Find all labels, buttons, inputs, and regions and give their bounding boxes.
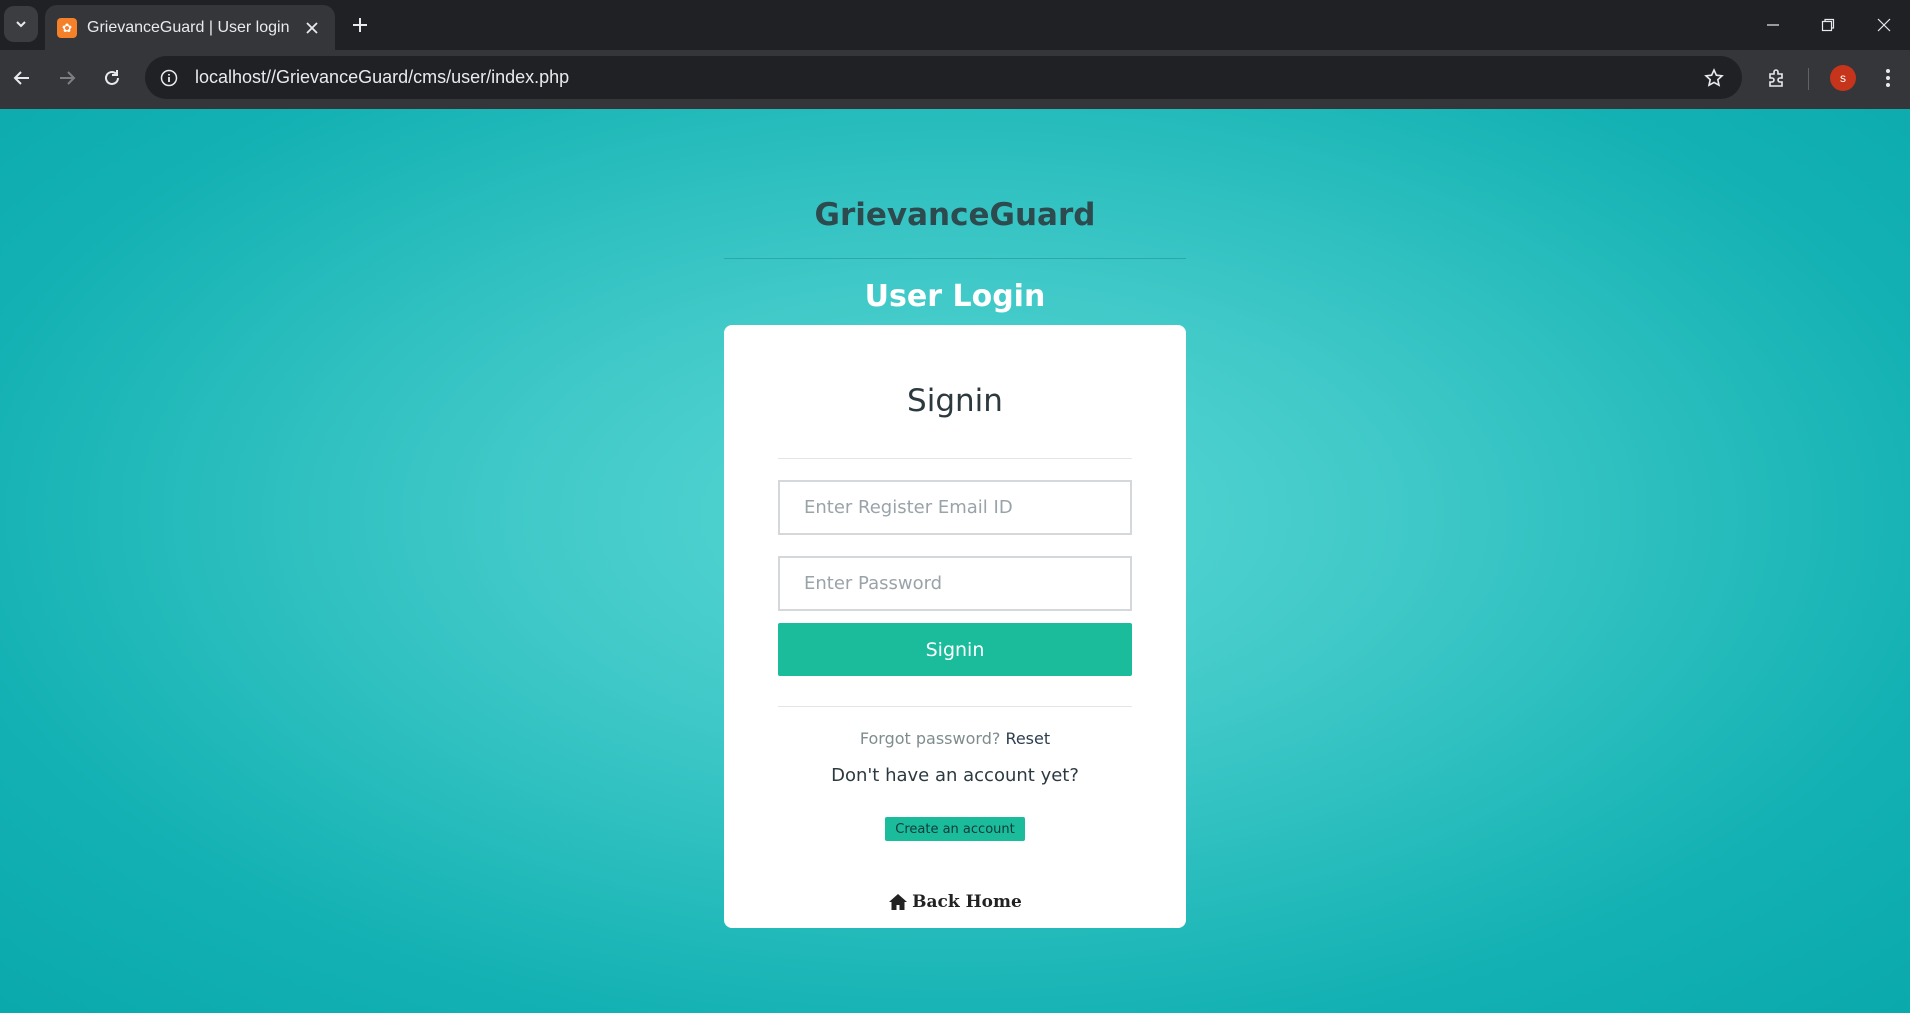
tab-strip: ✿ GrievanceGuard | User login bbox=[0, 0, 1910, 50]
kebab-menu-icon bbox=[1886, 69, 1890, 87]
close-icon bbox=[1877, 18, 1891, 32]
brand-title: GrievanceGuard bbox=[814, 197, 1096, 233]
chevron-down-icon bbox=[16, 21, 26, 28]
address-bar[interactable]: localhost//GrievanceGuard/cms/user/index… bbox=[145, 56, 1742, 99]
login-card: Signin Signin Forgot password? Reset Don… bbox=[724, 325, 1186, 928]
form-divider bbox=[778, 706, 1132, 707]
forward-button[interactable] bbox=[51, 62, 83, 94]
page-viewport: GrievanceGuard User Login Signin Signin … bbox=[0, 109, 1910, 1013]
arrow-left-icon bbox=[13, 71, 29, 85]
restore-icon bbox=[1821, 18, 1835, 32]
card-title: Signin bbox=[907, 383, 1003, 419]
page-subtitle: User Login bbox=[864, 279, 1046, 314]
new-tab-button[interactable] bbox=[347, 12, 373, 38]
signin-button[interactable]: Signin bbox=[778, 623, 1132, 676]
xampp-favicon-icon: ✿ bbox=[57, 17, 77, 38]
password-input[interactable] bbox=[778, 556, 1132, 611]
arrow-right-icon bbox=[60, 71, 76, 85]
card-title-divider bbox=[778, 458, 1132, 459]
minimize-icon bbox=[1767, 24, 1779, 26]
profile-avatar[interactable]: s bbox=[1830, 65, 1856, 91]
back-button[interactable] bbox=[6, 62, 38, 94]
browser-menu-button[interactable] bbox=[1872, 62, 1904, 94]
back-home-link[interactable]: Back Home bbox=[724, 892, 1186, 912]
reload-icon bbox=[105, 70, 119, 85]
home-icon bbox=[889, 894, 908, 910]
toolbar-divider bbox=[1808, 68, 1809, 90]
tab-close-icon[interactable] bbox=[301, 17, 323, 39]
email-input[interactable] bbox=[778, 480, 1132, 535]
plus-icon bbox=[353, 18, 367, 32]
close-window-button[interactable] bbox=[1856, 10, 1910, 40]
browser-tab[interactable]: ✿ GrievanceGuard | User login bbox=[45, 5, 335, 50]
url-text[interactable]: localhost//GrievanceGuard/cms/user/index… bbox=[195, 67, 1698, 88]
tab-title: GrievanceGuard | User login bbox=[87, 18, 290, 36]
browser-toolbar: localhost//GrievanceGuard/cms/user/index… bbox=[0, 50, 1910, 109]
back-home-label: Back Home bbox=[912, 892, 1022, 912]
restore-button[interactable] bbox=[1800, 10, 1856, 40]
reset-link[interactable]: Reset bbox=[1005, 729, 1050, 748]
tab-search-button[interactable] bbox=[4, 6, 38, 42]
bookmark-star-icon[interactable] bbox=[1698, 62, 1730, 94]
forgot-password-text: Forgot password? bbox=[859, 729, 1001, 748]
create-account-button[interactable]: Create an account bbox=[885, 817, 1025, 841]
brand-divider bbox=[724, 258, 1186, 259]
reload-button[interactable] bbox=[96, 62, 128, 94]
no-account-text: Don't have an account yet? bbox=[831, 765, 1079, 786]
extensions-button[interactable] bbox=[1760, 62, 1792, 94]
forgot-password-line: Forgot password? Reset bbox=[724, 729, 1186, 748]
minimize-button[interactable] bbox=[1745, 10, 1801, 40]
site-info-icon[interactable] bbox=[153, 62, 185, 94]
puzzle-icon bbox=[1769, 69, 1783, 87]
